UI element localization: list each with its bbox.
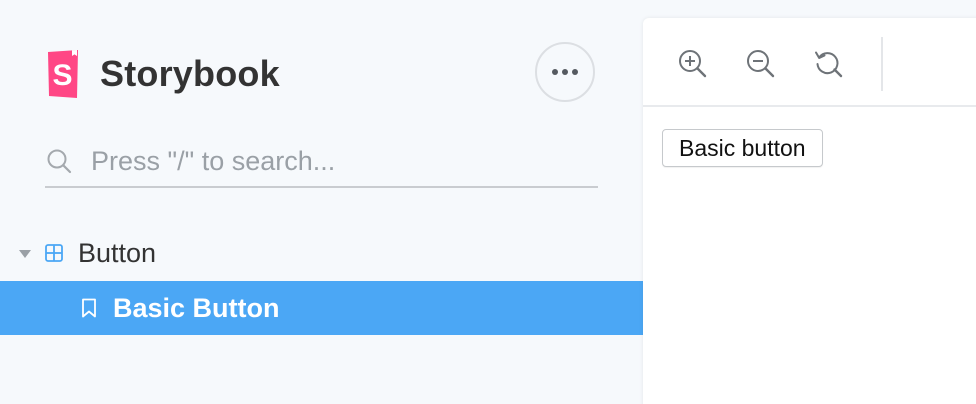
tree-story-basic-button[interactable]: Basic Button	[0, 281, 643, 335]
brand-name: Storybook	[100, 53, 280, 94]
bookmark-icon	[82, 298, 96, 318]
svg-text:S: S	[52, 59, 72, 92]
storybook-app: S Storybook Butto	[0, 0, 976, 404]
storybook-logo-icon: S	[48, 50, 78, 98]
reset-zoom-button[interactable]	[813, 48, 845, 80]
zoom-out-icon	[747, 50, 775, 78]
zoom-in-icon	[679, 50, 707, 78]
tree-story-label: Basic Button	[113, 292, 280, 323]
reset-zoom-icon	[815, 51, 843, 78]
caret-down-icon[interactable]	[19, 250, 31, 258]
tree-component-button[interactable]: Button	[0, 225, 643, 281]
search-bar	[45, 136, 598, 188]
zoom-out-button[interactable]	[745, 48, 777, 80]
preview-toolbar	[643, 18, 976, 107]
zoom-in-button[interactable]	[677, 48, 709, 80]
tree-component-label: Button	[78, 237, 157, 268]
story-tree: Button Basic Button	[0, 225, 643, 335]
toolbar-divider	[881, 37, 883, 91]
sidebar-menu-button[interactable]	[535, 42, 595, 102]
component-grid-icon	[45, 244, 63, 262]
search-icon	[47, 149, 72, 174]
brand[interactable]: S Storybook	[45, 49, 280, 99]
preview-panel: Basic button	[643, 18, 976, 404]
search-input[interactable]	[91, 141, 598, 181]
basic-button[interactable]: Basic button	[662, 129, 823, 167]
sidebar: S Storybook Butto	[0, 0, 643, 404]
ellipsis-icon	[552, 69, 578, 75]
